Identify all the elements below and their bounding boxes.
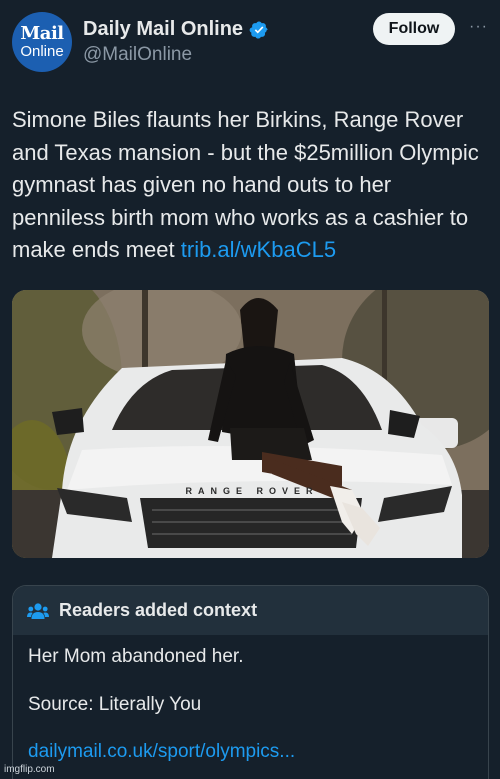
avatar[interactable]: Mail Online	[12, 12, 72, 72]
community-notes-header[interactable]: Readers added context	[13, 586, 488, 635]
watermark: imgflip.com	[4, 764, 55, 775]
community-note-link[interactable]: dailymail.co.uk/sport/olympics...	[28, 741, 473, 763]
community-notes-body: Her Mom abandoned her. Source: Literally…	[13, 635, 488, 763]
account-handle[interactable]: @MailOnline	[83, 44, 269, 66]
tweet-photo[interactable]: RANGE ROVER	[12, 290, 489, 558]
people-icon	[27, 602, 49, 619]
car-badge-text: RANGE ROVER	[185, 486, 318, 496]
follow-button[interactable]: Follow	[373, 13, 455, 45]
tweet-text: Simone Biles flaunts her Birkins, Range …	[12, 104, 490, 267]
avatar-text-line1: Mail	[20, 23, 64, 44]
community-note-source: Source: Literally You	[28, 694, 202, 715]
car-badge-layer: RANGE ROVER	[185, 486, 318, 496]
avatar-text-line2: Online	[20, 43, 64, 60]
community-notes-title: Readers added context	[59, 600, 258, 620]
tweet-header: Mail Online Daily Mail Online @MailOnlin…	[12, 12, 488, 72]
display-name[interactable]: Daily Mail Online	[83, 18, 243, 41]
tweet-link[interactable]: trib.al/wKbaCL5	[181, 237, 336, 262]
account-name-block: Daily Mail Online @MailOnline	[83, 18, 269, 66]
verified-badge-icon	[249, 20, 268, 39]
community-notes-panel: Readers added context Her Mom abandoned …	[12, 585, 489, 779]
community-note-text: Her Mom abandoned her.	[28, 646, 244, 667]
display-name-row[interactable]: Daily Mail Online	[83, 18, 269, 41]
more-options-icon[interactable]: ···	[469, 18, 488, 36]
